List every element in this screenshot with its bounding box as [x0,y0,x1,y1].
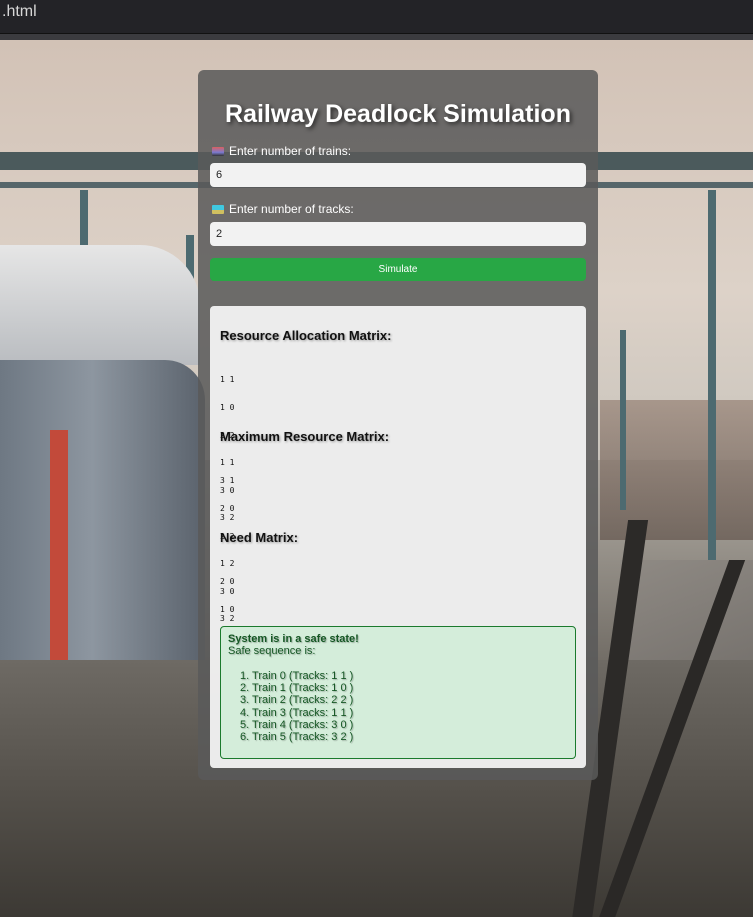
safe-state-box: System is in a safe state! Safe sequence… [220,626,576,759]
allocation-matrix-title: Resource Allocation Matrix: [220,328,392,343]
matrix-row: 1 1 [220,375,235,385]
tracks-label: Enter number of tracks: [229,202,354,216]
list-item: 3. Train 2 (Tracks: 2 2 ) [240,694,354,707]
trains-input[interactable] [210,163,586,187]
trains-label-row: Enter number of trains: [212,144,351,158]
simulate-button[interactable]: Simulate [210,258,586,281]
results-box: Resource Allocation Matrix: 1 1 1 0 2 2 … [210,306,586,768]
simulation-panel: Railway Deadlock Simulation Enter number… [198,70,598,780]
matrix-row: 1 0 [220,403,235,413]
list-item: 1. Train 0 (Tracks: 1 1 ) [240,670,354,682]
need-matrix-title: Need Matrix: [220,530,299,545]
train-icon [212,147,224,156]
list-item: 2. Train 1 (Tracks: 1 0 ) [240,682,354,695]
list-item: 6. Train 5 (Tracks: 3 2 ) [240,731,354,744]
list-item: 5. Train 4 (Tracks: 3 0 ) [240,718,354,731]
safe-sequence-intro: Safe sequence is: [228,645,316,657]
tracks-input[interactable] [210,222,586,246]
railway-track-icon [212,205,224,214]
trains-label: Enter number of trains: [229,144,352,158]
matrix-row: 1 0 [220,605,235,615]
browser-tab-title[interactable]: .html [2,3,37,21]
browser-tab-bar: .html [0,0,753,34]
matrix-row: 3 1 [220,476,235,486]
maximum-matrix-title: Maximum Resource Matrix: [220,429,390,444]
matrix-row: 2 0 [220,577,235,587]
page-title: Railway Deadlock Simulation [225,100,571,128]
list-item: 4. Train 3 (Tracks: 1 1 ) [240,706,354,719]
safe-state-title: System is in a safe state! [228,633,359,645]
matrix-row: 2 0 [220,504,235,514]
tracks-label-row: Enter number of tracks: [212,202,354,216]
safe-sequence-list: 1. Train 0 (Tracks: 1 1 ) 2. Train 1 (Tr… [228,670,568,743]
